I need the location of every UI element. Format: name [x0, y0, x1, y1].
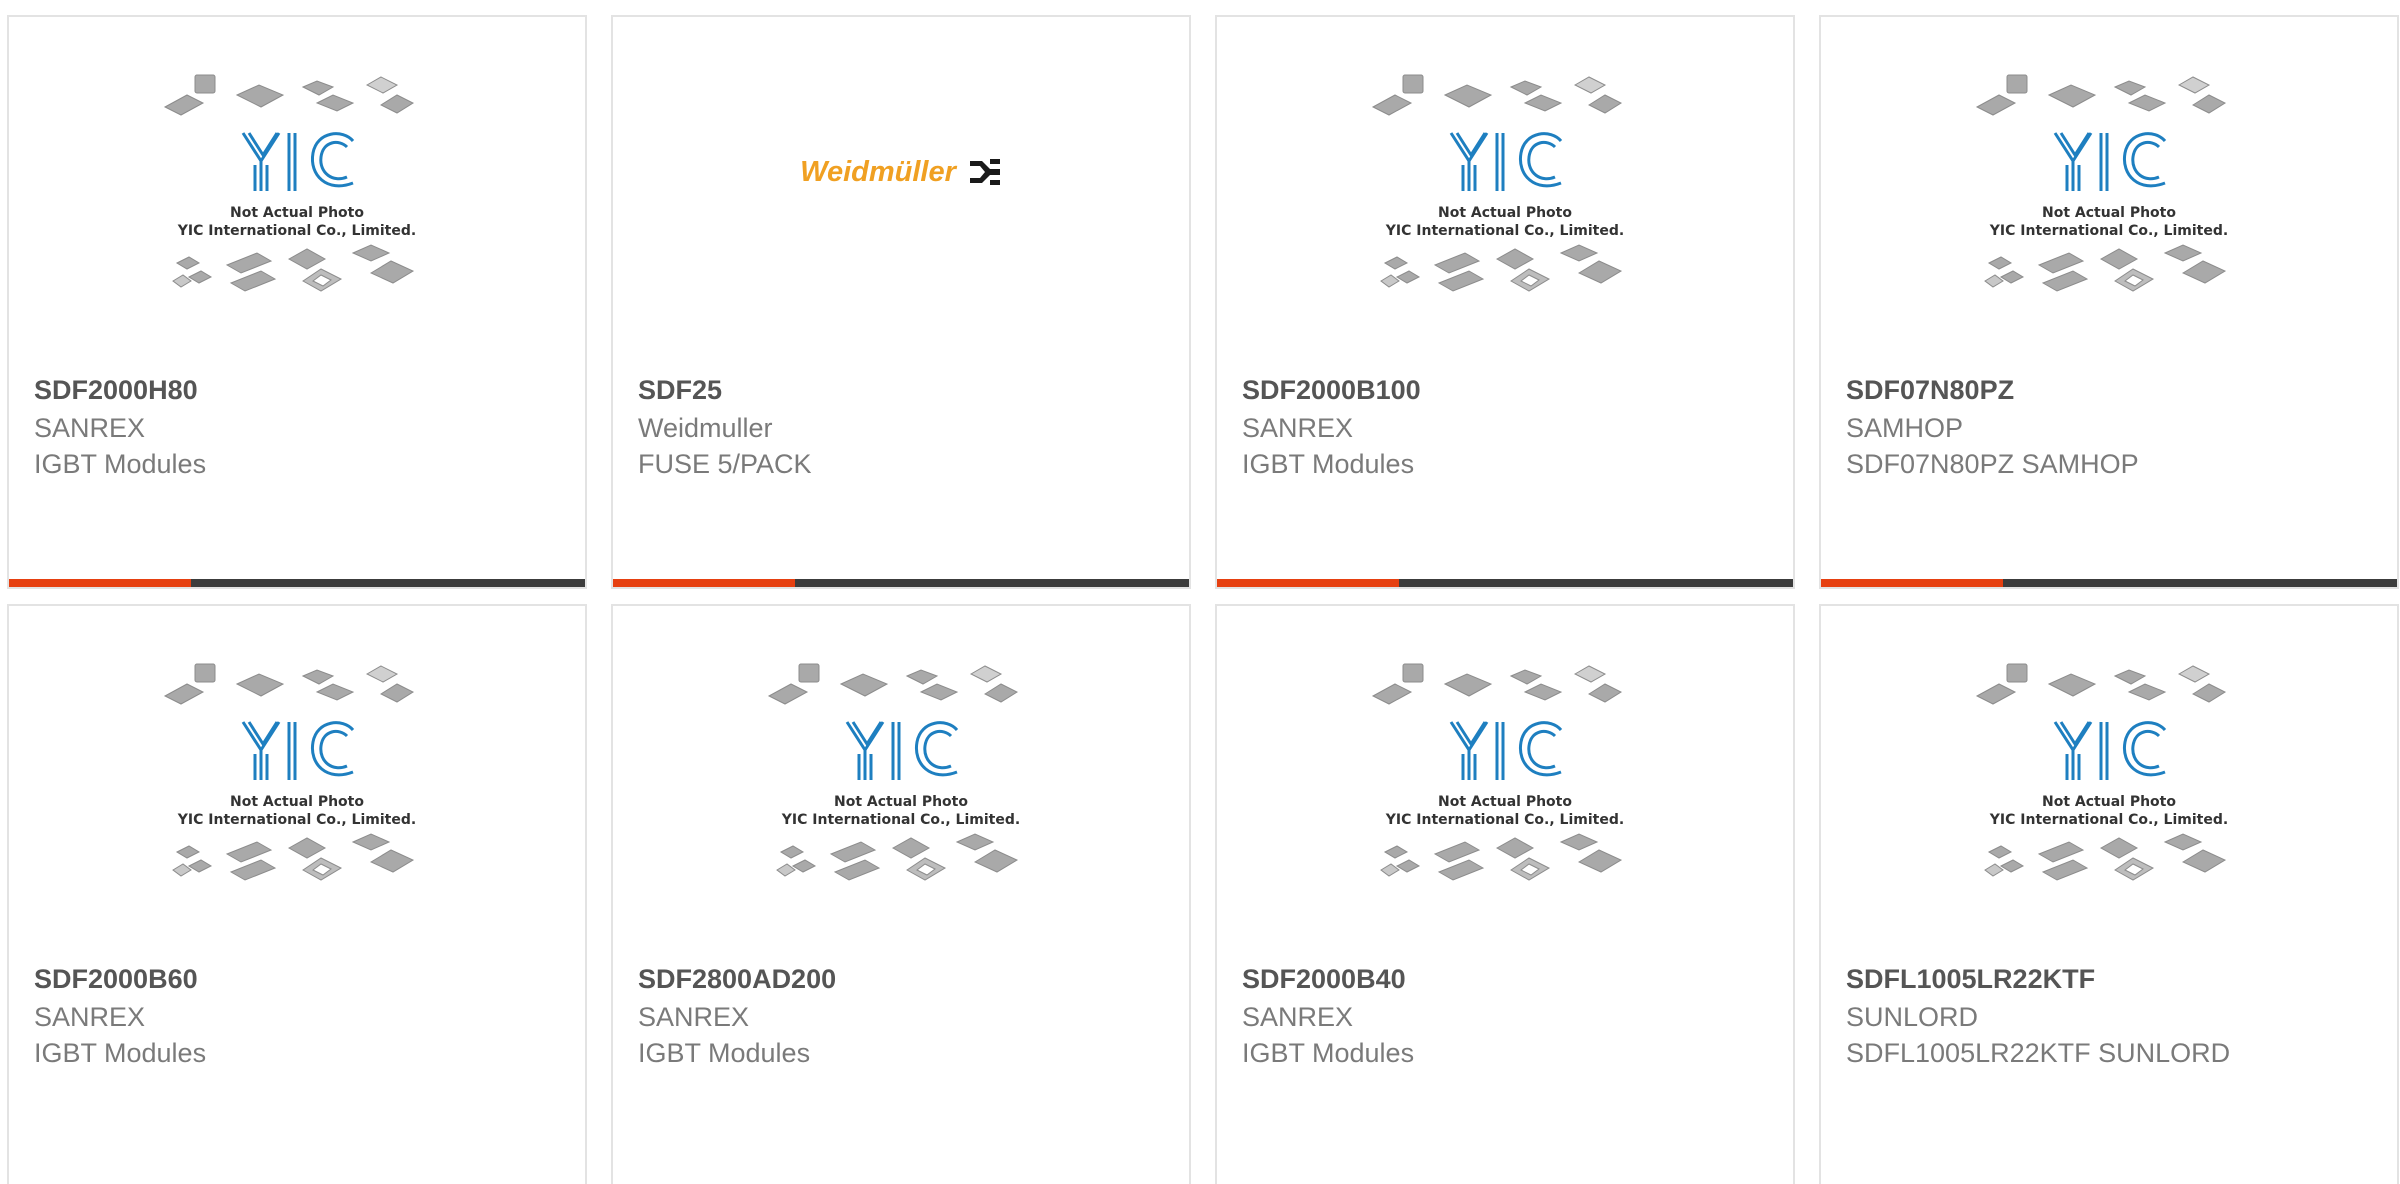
- card-accent-bar: [1821, 579, 2003, 587]
- part-number[interactable]: SDF2000H80: [34, 375, 198, 406]
- manufacturer: SANREX: [638, 1002, 750, 1032]
- not-actual-photo-image: Not Actual Photo YIC International Co., …: [1371, 663, 1624, 881]
- product-card[interactable]: Not Actual Photo YIC International Co., …: [1819, 604, 2399, 1184]
- part-number[interactable]: SDFL1005LR22KTF: [1846, 964, 2095, 995]
- placeholder-line2: YIC International Co., Limited.: [781, 812, 1020, 828]
- product-card[interactable]: Not Actual Photo YIC International Co., …: [1215, 604, 1795, 1184]
- description: IGBT Modules: [34, 449, 207, 479]
- product-image[interactable]: Not Actual Photo YIC International Co., …: [9, 17, 585, 357]
- placeholder-line2: YIC International Co., Limited.: [1989, 812, 2228, 828]
- card-bottom-bar: [1217, 579, 1793, 587]
- part-number[interactable]: SDF2000B100: [1242, 375, 1421, 406]
- placeholder-line1: Not Actual Photo: [834, 794, 968, 810]
- placeholder-line1: Not Actual Photo: [230, 205, 364, 221]
- placeholder-line2: YIC International Co., Limited.: [1989, 223, 2228, 239]
- product-image[interactable]: Not Actual Photo YIC International Co., …: [9, 606, 585, 946]
- placeholder-line1: Not Actual Photo: [1438, 205, 1572, 221]
- not-actual-photo-image: Not Actual Photo YIC International Co., …: [163, 663, 416, 881]
- description: IGBT Modules: [34, 1038, 207, 1068]
- placeholder-line1: Not Actual Photo: [230, 794, 364, 810]
- product-grid: Not Actual Photo YIC International Co., …: [0, 0, 2400, 1184]
- not-actual-photo-image: Not Actual Photo YIC International Co., …: [1975, 663, 2228, 881]
- weidmuller-mark-icon: [969, 159, 1000, 185]
- weidmuller-logo: Weidmüller: [800, 156, 1002, 189]
- not-actual-photo-image: Not Actual Photo YIC International Co., …: [1975, 74, 2228, 292]
- card-accent-bar: [613, 579, 795, 587]
- part-number[interactable]: SDF2000B60: [34, 964, 198, 995]
- description: SDFL1005LR22KTF SUNLORD: [1846, 1038, 2231, 1068]
- card-bottom-bar: [9, 579, 585, 587]
- placeholder-line1: Not Actual Photo: [1438, 794, 1572, 810]
- placeholder-line1: Not Actual Photo: [2042, 794, 2176, 810]
- manufacturer: SANREX: [1242, 413, 1354, 443]
- product-card[interactable]: Not Actual Photo YIC International Co., …: [7, 604, 587, 1184]
- product-card[interactable]: Not Actual Photo YIC International Co., …: [7, 15, 587, 589]
- card-accent-bar: [1217, 579, 1399, 587]
- placeholder-line2: YIC International Co., Limited.: [177, 812, 416, 828]
- description: FUSE 5/PACK: [638, 449, 812, 479]
- placeholder-line2: YIC International Co., Limited.: [1385, 812, 1624, 828]
- placeholder-line2: YIC International Co., Limited.: [1385, 223, 1624, 239]
- product-image[interactable]: Not Actual Photo YIC International Co., …: [613, 606, 1189, 946]
- manufacturer: SANREX: [1242, 1002, 1354, 1032]
- product-card[interactable]: Not Actual Photo YIC International Co., …: [611, 604, 1191, 1184]
- not-actual-photo-image: Not Actual Photo YIC International Co., …: [163, 74, 416, 292]
- manufacturer: SUNLORD: [1846, 1002, 1979, 1032]
- product-card[interactable]: Weidmüller SDF25 Weidmuller FUSE 5/PACK: [611, 15, 1191, 589]
- card-bottom-bar: [1821, 579, 2397, 587]
- placeholder-line2: YIC International Co., Limited.: [177, 223, 416, 239]
- product-image[interactable]: Not Actual Photo YIC International Co., …: [1821, 17, 2397, 357]
- manufacturer: Weidmuller: [638, 413, 773, 443]
- product-image[interactable]: Weidmüller: [613, 17, 1189, 357]
- part-number[interactable]: SDF07N80PZ: [1846, 375, 2014, 406]
- card-bottom-bar: [613, 579, 1189, 587]
- product-image[interactable]: Not Actual Photo YIC International Co., …: [1821, 606, 2397, 946]
- product-card[interactable]: Not Actual Photo YIC International Co., …: [1215, 15, 1795, 589]
- not-actual-photo-image: Not Actual Photo YIC International Co., …: [767, 663, 1020, 881]
- manufacturer: SAMHOP: [1846, 413, 1964, 443]
- card-accent-bar: [9, 579, 191, 587]
- part-number[interactable]: SDF2000B40: [1242, 964, 1406, 995]
- part-number[interactable]: SDF25: [638, 375, 722, 406]
- weidmuller-logo-text: Weidmüller: [800, 155, 956, 188]
- description: IGBT Modules: [1242, 449, 1415, 479]
- product-image[interactable]: Not Actual Photo YIC International Co., …: [1217, 606, 1793, 946]
- manufacturer: SANREX: [34, 1002, 146, 1032]
- part-number[interactable]: SDF2800AD200: [638, 964, 836, 995]
- manufacturer: SANREX: [34, 413, 146, 443]
- not-actual-photo-image: Not Actual Photo YIC International Co., …: [1371, 74, 1624, 292]
- product-image[interactable]: Not Actual Photo YIC International Co., …: [1217, 17, 1793, 357]
- placeholder-line1: Not Actual Photo: [2042, 205, 2176, 221]
- description: IGBT Modules: [1242, 1038, 1415, 1068]
- description: IGBT Modules: [638, 1038, 811, 1068]
- description: SDF07N80PZ SAMHOP: [1846, 449, 2139, 479]
- product-card[interactable]: Not Actual Photo YIC International Co., …: [1819, 15, 2399, 589]
